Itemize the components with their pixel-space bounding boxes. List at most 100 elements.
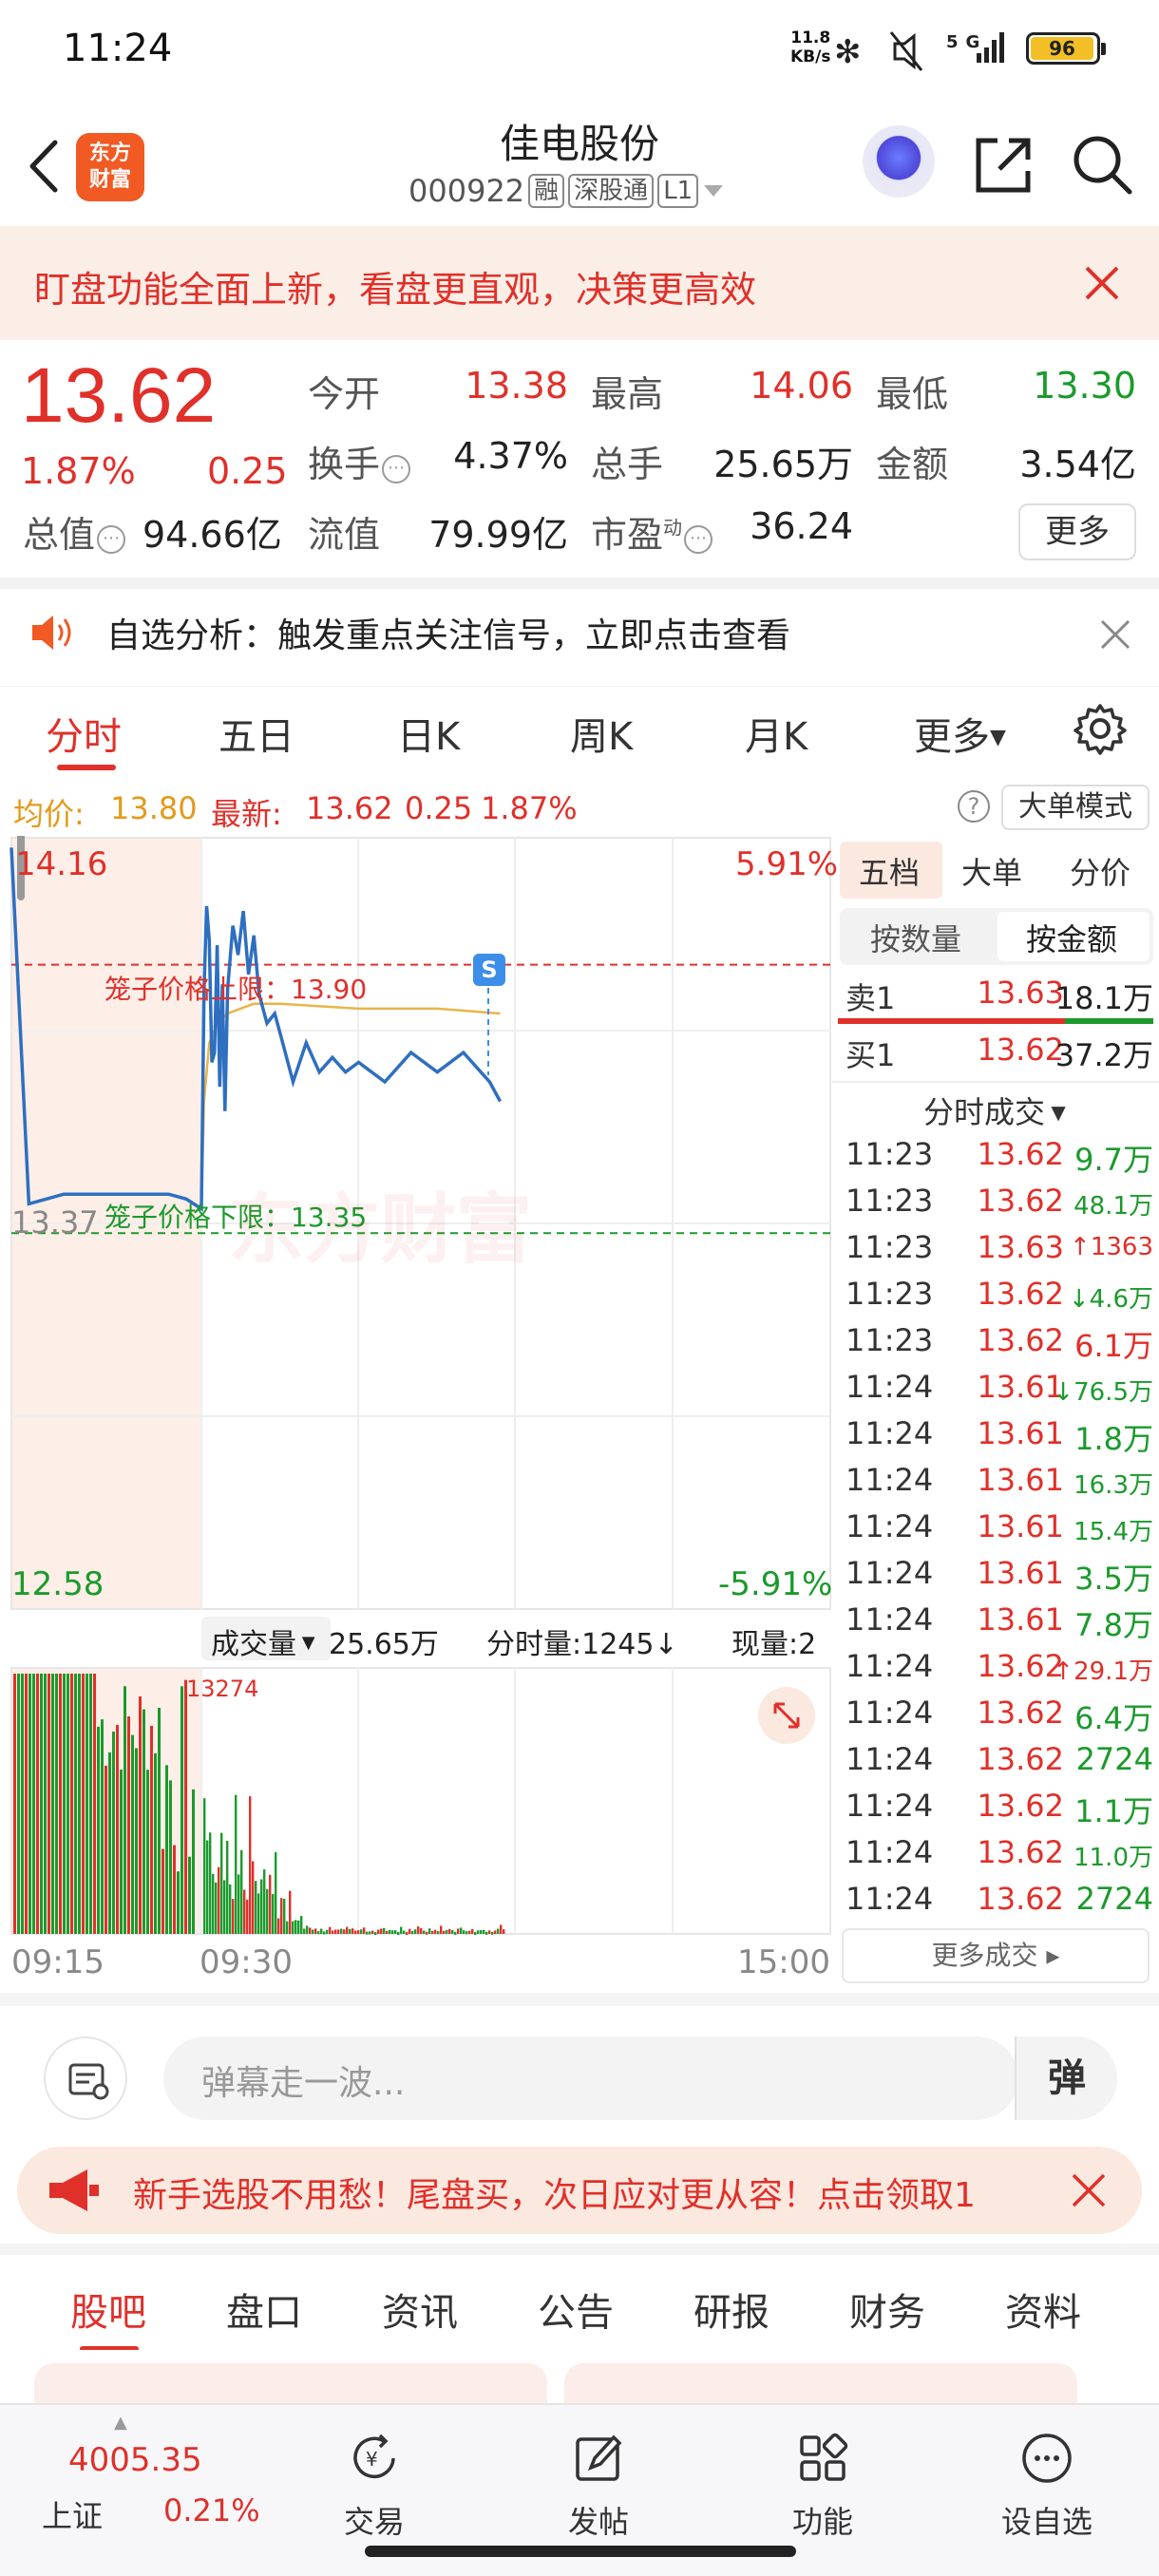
volume-bar [63,1674,66,1934]
back-arrow-icon[interactable] [21,133,68,199]
side-tab-big-order[interactable]: 大单 [961,849,1022,893]
tick-volume: 15.4万 [1074,1518,1153,1546]
ticks-title[interactable]: 分时成交 ▼ [923,1089,1066,1132]
volume-bar [28,1674,31,1934]
tab-intraday[interactable]: 分时 [46,706,122,761]
close-icon[interactable] [1098,617,1132,652]
info-icon[interactable]: ⋯ [97,525,126,554]
volume-indicator-select[interactable]: 成交量 ▼ [201,1617,331,1661]
tick-row: 11:23 13.63 ↑1363 [840,1229,1155,1276]
volume-bar [17,1674,20,1934]
nav-trade[interactable]: ¥ 交易 [308,2430,441,2542]
danmu-input[interactable]: 弹幕走一波... [163,2036,1018,2120]
tab-profile[interactable]: 资料 [1005,2282,1081,2337]
volume-bar [235,1794,238,1934]
tab-daily-k[interactable]: 日K [397,706,460,761]
pe-label[interactable]: 市盈动 ⋯ [591,505,713,558]
intraday-chart[interactable]: 14.16 5.91% 12.58 -5.91% 13.37 笼子价格上限：13… [0,767,838,1995]
nav-functions[interactable]: 功能 [756,2430,889,2542]
dropdown-icon [704,185,724,197]
index-value[interactable]: 4005.35 [68,2441,202,2479]
side-tab-level5[interactable]: 五档 [859,849,920,893]
tick-price: 13.62 [977,1834,1064,1870]
open-label: 今开 [308,373,381,415]
tab-forum[interactable]: 股吧 [70,2282,146,2337]
sub-tab-by-count[interactable]: 按数量 [870,916,961,959]
turnover-label[interactable]: 换手 ⋯ [308,435,411,487]
tick-volume: 3.5万 [1074,1561,1153,1597]
amount-value: 3.54亿 [1019,444,1136,485]
more-button[interactable]: 更多 [1018,503,1136,560]
tab-more[interactable]: 更多▼ [914,706,1006,761]
upper-limit-label: 笼子价格上限：13.90 [104,974,368,1005]
volume-bar [329,1926,332,1934]
buy1-row: 买1 13.62 37.2万 [840,1032,1155,1078]
tab-weekly-k[interactable]: 周K [570,706,633,761]
big-order-mode-button[interactable]: 大单模式 [1001,785,1150,830]
signal-marker[interactable]: S [473,954,505,986]
volume-bar [483,1929,485,1934]
tab-finance[interactable]: 财务 [849,2282,925,2337]
gear-icon[interactable] [1074,702,1127,755]
volume-bar [374,1932,377,1936]
volume-bar [354,1930,357,1934]
home-indicator [365,2546,796,2557]
feature-banner[interactable]: 盯盘功能全面上新，看盘更直观，决策更高效 [0,226,1159,340]
volume-bar [223,1880,226,1934]
volume-bar [400,1926,403,1934]
help-icon[interactable]: ? [958,790,990,823]
stock-code: 000922 [408,173,525,209]
volume-bar [337,1929,340,1934]
app-logo[interactable]: 东方 财富 [76,133,144,201]
tick-time: 11:24 [846,1462,934,1498]
volume-bar [21,1674,24,1934]
close-icon[interactable] [1079,260,1125,306]
side-tab-price-dist[interactable]: 分价 [1070,849,1130,893]
alert-bar[interactable]: 自选分析：触发重点关注信号，立即点击查看 [0,578,1159,676]
danmu-settings-icon[interactable] [44,2036,127,2120]
x-mid-label: 09:30 [200,1943,293,1981]
volume-bar [346,1926,349,1934]
stock-code-row[interactable]: 000922 融 深股通 L1 [408,173,788,209]
volume-bar [165,1765,168,1934]
volume-bar [440,1925,443,1934]
volume-bar [192,1789,195,1934]
ticks-title-text: 分时成交 [923,1094,1046,1130]
info-icon[interactable]: ⋯ [382,455,411,483]
danmu-toggle-button[interactable]: 弹 [1015,2036,1117,2120]
volume-bar [371,1930,374,1934]
promo-banner[interactable]: 新手选股不用愁！尾盘买，次日应对更从容！点击领取1 [17,2147,1142,2234]
volume-bar [124,1686,126,1934]
sub-tab-by-amount[interactable]: 按金额 [1026,916,1117,959]
nav-add-watchlist[interactable]: 设自选 [980,2430,1113,2542]
close-icon[interactable] [1070,2171,1108,2209]
tick-row: 11:24 13.61 ↓76.5万 [840,1369,1155,1415]
tick-time: 11:24 [846,1508,934,1544]
volume-bar [320,1928,323,1934]
volume-bar [451,1930,454,1934]
nav-post[interactable]: 发帖 [532,2430,665,2542]
assistant-robot-icon[interactable] [863,125,935,198]
order-ratio-bar [838,1018,1153,1024]
tab-research[interactable]: 研报 [694,2282,770,2337]
volume-bar [257,1893,260,1934]
tick-row: 11:23 13.62 9.7万 [840,1136,1155,1183]
tab-five-day[interactable]: 五日 [218,706,294,761]
search-icon[interactable] [1069,131,1135,198]
latest-change: 0.25 [405,790,473,826]
tab-news[interactable]: 资讯 [382,2282,458,2337]
tick-row: 11:24 13.62 11.0万 [840,1834,1155,1881]
volume-bar [497,1928,500,1934]
megaphone-icon [49,2169,99,2211]
tab-announcements[interactable]: 公告 [538,2282,614,2337]
more-ticks-label: 更多成交 [931,1940,1038,1971]
market-cap-label[interactable]: 总值 ⋯ [23,505,126,558]
tab-more-label: 更多 [914,715,990,759]
volume-bar [426,1931,428,1935]
expand-icon[interactable] [756,1685,817,1746]
more-ticks-button[interactable]: 更多成交 ▸ [842,1928,1150,1983]
tab-orderbook[interactable]: 盘口 [226,2282,302,2337]
tab-monthly-k[interactable]: 月K [745,706,808,761]
volume-bar [139,1695,142,1934]
share-icon[interactable] [971,131,1037,198]
